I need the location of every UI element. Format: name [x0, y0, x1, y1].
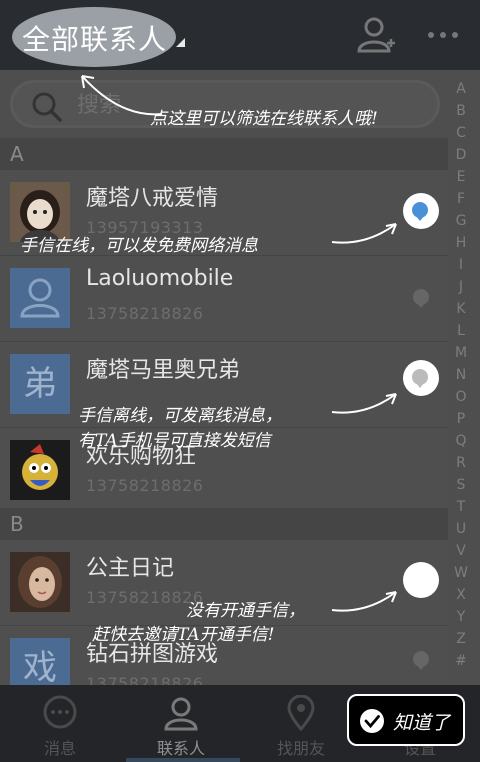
offline-status-icon: [413, 289, 429, 308]
index-letter[interactable]: O: [448, 386, 474, 408]
got-it-button[interactable]: 知道了: [347, 694, 465, 746]
index-letter[interactable]: A: [448, 78, 474, 100]
section-header-a: A: [0, 138, 448, 170]
offline-status-icon: [412, 369, 428, 388]
online-status-icon: [412, 202, 428, 221]
search-icon: [32, 92, 62, 122]
index-letter[interactable]: Q: [448, 430, 474, 452]
index-letter[interactable]: W: [448, 562, 474, 584]
index-letter[interactable]: Y: [448, 606, 474, 628]
index-letter[interactable]: V: [448, 540, 474, 562]
default-avatar-icon: [10, 268, 70, 328]
index-letter[interactable]: B: [448, 100, 474, 122]
index-letter[interactable]: C: [448, 122, 474, 144]
index-letter[interactable]: Z: [448, 628, 474, 650]
offline-status-icon: [413, 651, 429, 670]
index-letter[interactable]: N: [448, 364, 474, 386]
avatar: [10, 552, 70, 612]
index-letter[interactable]: T: [448, 496, 474, 518]
location-icon: [287, 695, 315, 731]
active-tab-indicator: [126, 758, 240, 762]
index-letter[interactable]: L: [448, 320, 474, 342]
filter-dropdown-icon[interactable]: [176, 38, 185, 47]
index-letter[interactable]: I: [448, 254, 474, 276]
nav-label: 找朋友: [276, 739, 325, 758]
got-it-label: 知道了: [393, 712, 451, 734]
contact-phone: 13758218826: [86, 674, 204, 685]
index-letter[interactable]: F: [448, 188, 474, 210]
contacts-icon: [164, 697, 198, 731]
avatar: [10, 440, 70, 500]
index-letter[interactable]: K: [448, 298, 474, 320]
contact-name: 魔塔马里奥兄弟: [86, 358, 241, 383]
section-header-b: B: [0, 508, 448, 540]
tip-filter: 点这里可以筛选在线联系人哦!: [150, 109, 378, 129]
index-letter[interactable]: D: [448, 144, 474, 166]
nav-label: 消息: [43, 739, 76, 758]
index-letter[interactable]: U: [448, 518, 474, 540]
contact-name: 魔塔八戒爱情: [86, 186, 219, 211]
tip-offline-sms: 有TA手机号可直接发短信: [78, 431, 271, 451]
index-letter[interactable]: R: [448, 452, 474, 474]
index-letter[interactable]: J: [448, 276, 474, 298]
arrow-icon: [331, 393, 397, 414]
index-letter[interactable]: G: [448, 210, 474, 232]
contact-name: 公主日记: [86, 556, 175, 581]
arrow-icon: [331, 223, 397, 244]
check-icon: [360, 709, 384, 733]
index-letter[interactable]: M: [448, 342, 474, 364]
arrow-icon: [331, 591, 397, 612]
message-icon: [43, 695, 77, 729]
index-letter[interactable]: P: [448, 408, 474, 430]
avatar-letter: 弟: [10, 354, 70, 414]
not-enabled-highlight: [403, 562, 439, 598]
nav-contacts[interactable]: 联系人: [126, 685, 236, 762]
index-letter[interactable]: #: [448, 650, 474, 672]
contact-phone: 13758218826: [86, 304, 204, 323]
tip-not-enabled: 没有开通手信，: [186, 601, 305, 621]
contact-name: Laoluomobile: [86, 266, 234, 291]
top-bar: 全部联系人: [0, 0, 480, 70]
alphabet-index[interactable]: A B C D E F G H I J K L M N O P Q R S T …: [448, 78, 474, 672]
nav-label: 联系人: [156, 739, 205, 758]
tip-online: 手信在线，可以发免费网络消息: [20, 236, 258, 256]
contact-row[interactable]: Laoluomobile 13758218826: [0, 256, 448, 342]
index-letter[interactable]: E: [448, 166, 474, 188]
index-letter[interactable]: S: [448, 474, 474, 496]
nav-find-friends[interactable]: 找朋友: [246, 685, 356, 762]
contact-phone: 13758218826: [86, 476, 204, 495]
more-menu-icon[interactable]: [422, 22, 464, 48]
tip-invite: 赶快去邀请TA开通手信!: [92, 625, 275, 645]
page-title[interactable]: 全部联系人: [22, 18, 167, 58]
avatar-letter: 戏: [10, 638, 70, 685]
index-letter[interactable]: X: [448, 584, 474, 606]
tip-offline: 手信离线，可发离线消息，: [78, 406, 282, 426]
nav-messages[interactable]: 消息: [5, 685, 115, 762]
add-contact-icon[interactable]: [355, 15, 397, 55]
index-letter[interactable]: H: [448, 232, 474, 254]
